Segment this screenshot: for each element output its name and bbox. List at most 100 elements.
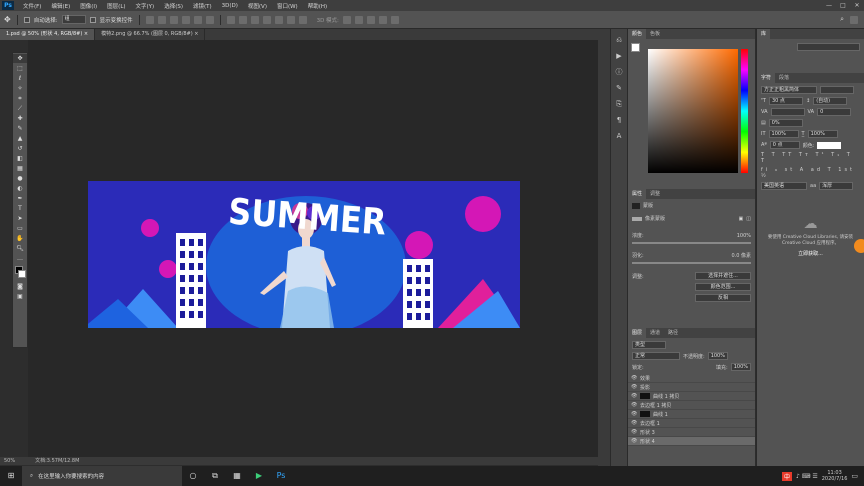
hand-tool-icon[interactable]: ✋ bbox=[13, 234, 27, 243]
auto-align-icon[interactable] bbox=[298, 15, 307, 24]
vertical-scale-field[interactable]: 100% bbox=[768, 130, 799, 138]
layer-row[interactable]: 👁︎ 形状 3 bbox=[628, 428, 755, 437]
menu-file[interactable]: 文件(F) bbox=[18, 2, 46, 10]
notification-icon[interactable]: ▭ bbox=[851, 472, 858, 480]
brush-tool-icon[interactable]: ✎ bbox=[13, 124, 27, 133]
3d-rotate-icon[interactable] bbox=[342, 15, 351, 24]
healing-brush-icon[interactable]: ✚ bbox=[13, 114, 27, 123]
density-value[interactable]: 100% bbox=[737, 233, 751, 239]
quick-mask-icon[interactable]: ◙ bbox=[13, 282, 27, 291]
visibility-eye-icon[interactable]: 👁︎ bbox=[631, 429, 637, 435]
task-view-icon[interactable]: ⧉ bbox=[204, 466, 226, 486]
opentype-buttons[interactable]: fi ℴ st A ad T 1st ½ bbox=[761, 167, 860, 179]
path-select-icon[interactable]: ➤ bbox=[13, 214, 27, 223]
vector-mask-icon[interactable]: ◫ bbox=[746, 216, 751, 222]
visibility-eye-icon[interactable]: 👁︎ bbox=[631, 393, 637, 399]
clock[interactable]: 11:03 2020/7/16 bbox=[822, 470, 848, 482]
history-brush-icon[interactable]: ↺ bbox=[13, 144, 27, 153]
distribute-right-icon[interactable] bbox=[286, 15, 295, 24]
tab-character[interactable]: 字符 bbox=[757, 73, 776, 83]
foreground-swatch[interactable] bbox=[631, 43, 640, 52]
distribute-left-icon[interactable] bbox=[262, 15, 271, 24]
menu-edit[interactable]: 编辑(E) bbox=[46, 2, 75, 10]
align-left-icon[interactable] bbox=[181, 15, 190, 24]
tab-properties[interactable]: 属性 bbox=[628, 189, 647, 199]
layer-row[interactable]: 👁︎ 曲线 1 bbox=[628, 410, 755, 419]
invert-button[interactable]: 反相 bbox=[695, 294, 751, 302]
tab-adjustments[interactable]: 调整 bbox=[646, 189, 664, 199]
auto-select-dropdown[interactable]: 组 bbox=[61, 15, 86, 24]
library-dropdown[interactable] bbox=[797, 43, 860, 51]
dodge-tool-icon[interactable]: ◐ bbox=[13, 184, 27, 193]
menu-select[interactable]: 选择(S) bbox=[159, 2, 188, 10]
brush-settings-icon[interactable]: ✎ bbox=[614, 83, 624, 93]
lasso-tool-icon[interactable]: ℓ bbox=[13, 74, 27, 83]
visibility-eye-icon[interactable]: 👁︎ bbox=[631, 411, 637, 417]
layer-row[interactable]: 👁︎ 去边框 1 拷贝 bbox=[628, 401, 755, 410]
marquee-tool-icon[interactable]: ⬚ bbox=[13, 64, 27, 73]
store-icon[interactable]: ▦ bbox=[226, 466, 248, 486]
menu-layer[interactable]: 图层(L) bbox=[102, 2, 130, 10]
gradient-tool-icon[interactable]: ▦ bbox=[13, 164, 27, 173]
color-field[interactable] bbox=[648, 49, 738, 173]
3d-roll-icon[interactable] bbox=[354, 15, 363, 24]
visibility-eye-icon[interactable]: 👁︎ bbox=[631, 375, 637, 381]
language-dropdown[interactable]: 美国英语 bbox=[761, 182, 807, 190]
windows-start-icon[interactable]: ⊞ bbox=[0, 466, 22, 486]
actions-icon[interactable]: ▶ bbox=[614, 51, 624, 61]
crop-tool-icon[interactable]: ⌗ bbox=[13, 94, 27, 103]
auto-select-checkbox[interactable] bbox=[23, 16, 30, 23]
visibility-eye-icon[interactable]: 👁︎ bbox=[631, 384, 637, 390]
blur-tool-icon[interactable]: ● bbox=[13, 174, 27, 183]
shape-tool-icon[interactable]: ▭ bbox=[13, 224, 27, 233]
fill-field[interactable]: 100% bbox=[730, 363, 751, 371]
move-tool-icon[interactable]: ✥ bbox=[4, 15, 11, 24]
paragraph-icon[interactable]: ¶ bbox=[614, 115, 624, 125]
distribute-top-icon[interactable] bbox=[226, 15, 235, 24]
glyphs-icon[interactable]: A bbox=[614, 131, 624, 141]
menu-3d[interactable]: 3D(D) bbox=[217, 3, 243, 9]
clone-stamp-icon[interactable]: ▲ bbox=[13, 134, 27, 143]
distribute-center-icon[interactable] bbox=[274, 15, 283, 24]
screen-mode-icon[interactable]: ▣ bbox=[13, 292, 27, 301]
layer-row[interactable]: 👁︎ 去边框 1 bbox=[628, 419, 755, 428]
tracking-field[interactable]: 0 bbox=[817, 108, 852, 116]
tab-document-2[interactable]: 模特2.png @ 66.7% (图层 0, RGB/8#) × bbox=[95, 29, 206, 40]
workspace-icon[interactable] bbox=[850, 15, 858, 24]
hue-slider[interactable] bbox=[741, 49, 748, 173]
menu-image[interactable]: 图像(I) bbox=[75, 2, 102, 10]
type-tool-icon[interactable]: T bbox=[13, 204, 27, 213]
maximize-button[interactable]: □ bbox=[836, 0, 850, 11]
ime-indicator[interactable]: 中 bbox=[782, 471, 793, 481]
visibility-eye-icon[interactable]: 👁︎ bbox=[631, 438, 637, 444]
move-tool-icon[interactable]: ✥ bbox=[13, 54, 27, 63]
doc-size[interactable]: 文档:3.57M/12.8M bbox=[35, 457, 79, 465]
assistant-bubble-icon[interactable] bbox=[854, 239, 864, 253]
tab-document-1[interactable]: 1.psd @ 50% (形状 4, RGB/8#) × bbox=[0, 29, 96, 40]
tab-paragraph[interactable]: 段落 bbox=[775, 73, 793, 83]
menu-view[interactable]: 视图(V) bbox=[243, 2, 272, 10]
show-transform-checkbox[interactable] bbox=[89, 16, 96, 23]
distribute-middle-icon[interactable] bbox=[238, 15, 247, 24]
tab-color[interactable]: 颜色 bbox=[628, 29, 647, 39]
color-range-button[interactable]: 颜色范围... bbox=[695, 283, 751, 291]
edit-toolbar-icon[interactable]: … bbox=[13, 254, 27, 263]
info-icon[interactable]: ⓘ bbox=[614, 67, 624, 77]
feather-slider[interactable] bbox=[632, 262, 751, 264]
eyedropper-icon[interactable]: ⟋ bbox=[13, 104, 27, 113]
antialias-dropdown[interactable]: 浑厚 bbox=[819, 182, 854, 190]
density-slider[interactable] bbox=[632, 242, 751, 244]
menu-window[interactable]: 窗口(W) bbox=[272, 2, 303, 10]
history-icon[interactable]: ⎌ bbox=[614, 35, 624, 45]
layer-row[interactable]: 👁︎ 形状 4 bbox=[628, 437, 755, 446]
horizontal-scale-field[interactable]: 100% bbox=[807, 130, 838, 138]
align-top-icon[interactable] bbox=[145, 15, 154, 24]
artwork-canvas[interactable]: SUMMER bbox=[88, 181, 520, 328]
pen-tool-icon[interactable]: ✒ bbox=[13, 194, 27, 203]
3d-drag-icon[interactable] bbox=[366, 15, 375, 24]
visibility-eye-icon[interactable]: 👁︎ bbox=[631, 420, 637, 426]
font-size-field[interactable]: 30 点 bbox=[768, 97, 803, 105]
align-bottom-icon[interactable] bbox=[169, 15, 178, 24]
3d-slide-icon[interactable] bbox=[378, 15, 387, 24]
align-center-icon[interactable] bbox=[193, 15, 202, 24]
